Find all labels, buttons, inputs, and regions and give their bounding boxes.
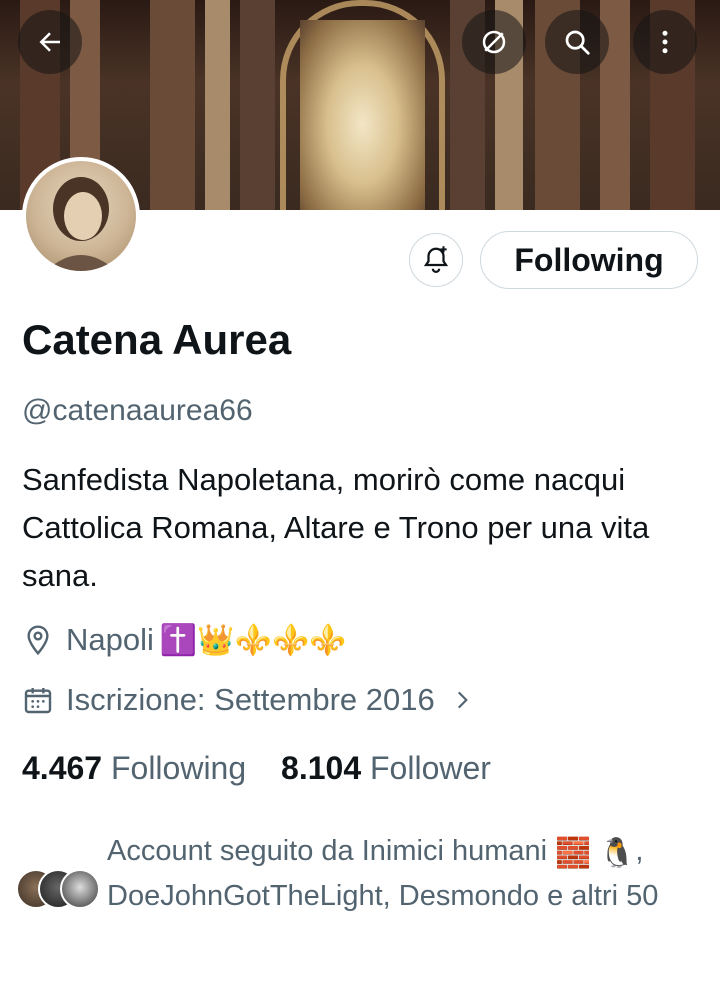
penguin-emoji: 🐧 <box>599 835 636 870</box>
following-stat-label: Following <box>110 750 247 786</box>
brick-emoji: 🧱 <box>555 835 592 870</box>
joined-row[interactable]: Iscrizione: Settembre 2016 <box>22 682 487 718</box>
location-emojis: ✝️👑⚜️⚜️⚜️ <box>159 622 347 658</box>
search-button[interactable] <box>545 10 609 74</box>
follower-avatar <box>60 869 100 909</box>
follow-stats: 4.467 Following 8.104 Follower <box>22 750 491 787</box>
grok-button[interactable] <box>462 10 526 74</box>
bell-plus-icon <box>423 246 449 273</box>
followed-by-prefix: Account seguito da Inimici humani <box>107 835 548 867</box>
followed-by-text[interactable]: Account seguito da Inimici humani 🧱 🐧, D… <box>107 829 707 918</box>
location-text: Napoli <box>66 622 154 657</box>
profile-name: Catena Aurea <box>22 316 292 363</box>
joined-text: Iscrizione: Settembre 2016 <box>66 682 435 717</box>
arrow-left-icon <box>39 32 60 52</box>
followers-stat-label: Follower <box>370 750 491 786</box>
notify-button[interactable] <box>409 233 463 287</box>
profile-handle: @catenaaurea66 <box>22 394 253 427</box>
followers-stat[interactable]: 8.104 Follower <box>281 750 491 786</box>
profile-bio: Sanfedista Napoletana, morirò come nacqu… <box>22 462 650 593</box>
following-count: 4.467 <box>22 750 103 786</box>
more-vertical-icon <box>662 30 668 54</box>
calendar-icon <box>24 688 52 714</box>
location-pin-icon <box>27 625 49 656</box>
more-button[interactable] <box>633 10 697 74</box>
followers-count: 8.104 <box>281 750 362 786</box>
avatar[interactable] <box>22 157 140 275</box>
back-button[interactable] <box>18 10 82 74</box>
following-button[interactable]: Following <box>480 231 698 289</box>
search-icon <box>565 30 590 55</box>
following-stat[interactable]: 4.467 Following <box>22 750 246 786</box>
location-row: Napoli ✝️👑⚜️⚜️⚜️ <box>22 622 347 658</box>
following-button-label: Following <box>514 241 664 278</box>
altar-image <box>300 20 425 210</box>
no-symbol-icon <box>482 30 506 54</box>
chevron-right-icon <box>457 691 468 709</box>
